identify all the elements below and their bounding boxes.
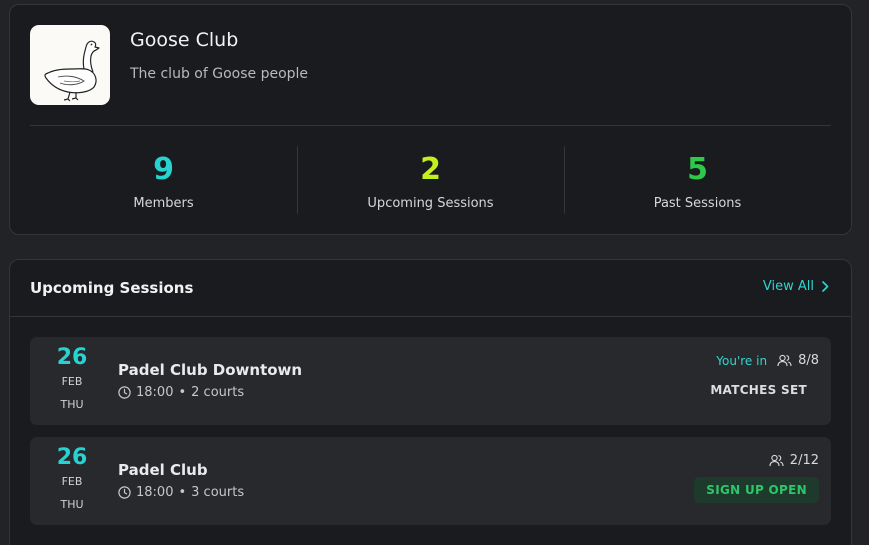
stat-members-label: Members [133, 196, 194, 211]
club-stats: 9 Members 2 Upcoming Sessions 5 Past Ses… [30, 146, 831, 214]
sign-up-open-badge[interactable]: SIGN UP OPEN [694, 477, 819, 503]
session-time: 18:00 [136, 385, 174, 400]
session-date: 26 FEB THU [50, 345, 94, 412]
session-meta: 18:00 • 2 courts [118, 385, 244, 400]
session-month: FEB [61, 475, 83, 488]
session-courts: 3 courts [191, 485, 245, 500]
session-weekday: THU [60, 398, 84, 411]
session-courts: 2 courts [191, 385, 245, 400]
participant-count: 8/8 [798, 353, 819, 368]
participant-count-row: You're in 8/8 [710, 353, 819, 368]
session-status-area: 2/12 SIGN UP OPEN [694, 453, 819, 503]
status-badge: MATCHES SET [710, 383, 807, 397]
stat-upcoming-sessions: 2 Upcoming Sessions [297, 146, 564, 214]
meta-separator: • [178, 385, 187, 400]
upcoming-sessions-card: Upcoming Sessions View All 26 FEB THU Pa… [9, 259, 852, 545]
divider [30, 125, 831, 126]
session-name: Padel Club Downtown [118, 361, 303, 379]
upcoming-sessions-title: Upcoming Sessions [30, 279, 194, 297]
clock-icon [118, 486, 131, 499]
stat-past-sessions: 5 Past Sessions [564, 146, 831, 214]
session-month: FEB [61, 375, 83, 388]
stat-upcoming-label: Upcoming Sessions [367, 196, 494, 211]
club-name: Goose Club [130, 29, 239, 51]
session-day: 26 [56, 445, 88, 470]
session-day: 26 [56, 345, 88, 370]
stat-upcoming-value: 2 [420, 152, 441, 187]
users-icon [777, 354, 792, 367]
stat-past-label: Past Sessions [653, 196, 742, 211]
session-time: 18:00 [136, 485, 174, 500]
session-item[interactable]: 26 FEB THU Padel Club 18:00 • 3 courts 2… [30, 437, 831, 525]
club-description: The club of Goose people [130, 66, 309, 82]
view-all-link[interactable]: View All [763, 279, 829, 294]
club-header: Goose Club The club of Goose people [30, 25, 831, 105]
stat-past-value: 5 [687, 152, 708, 187]
club-logo [30, 25, 110, 105]
session-item[interactable]: 26 FEB THU Padel Club Downtown 18:00 • 2… [30, 337, 831, 425]
meta-separator: • [178, 485, 187, 500]
participant-count-row: 2/12 [694, 453, 819, 468]
clock-icon [118, 386, 131, 399]
session-meta: 18:00 • 3 courts [118, 485, 244, 500]
chevron-right-icon [822, 281, 829, 292]
participant-count: 2/12 [789, 453, 819, 468]
users-icon [769, 454, 784, 467]
goose-icon [44, 40, 100, 102]
session-name: Padel Club [118, 461, 208, 479]
session-date: 26 FEB THU [50, 445, 94, 512]
session-weekday: THU [60, 498, 84, 511]
stat-members-value: 9 [153, 152, 174, 187]
joined-label: You're in [716, 353, 768, 368]
stat-members: 9 Members [30, 146, 297, 214]
view-all-label: View All [762, 279, 814, 294]
session-status-area: You're in 8/8 MATCHES SET [710, 353, 819, 397]
upcoming-sessions-header: Upcoming Sessions View All [10, 260, 851, 317]
club-card: Goose Club The club of Goose people 9 Me… [9, 4, 852, 235]
